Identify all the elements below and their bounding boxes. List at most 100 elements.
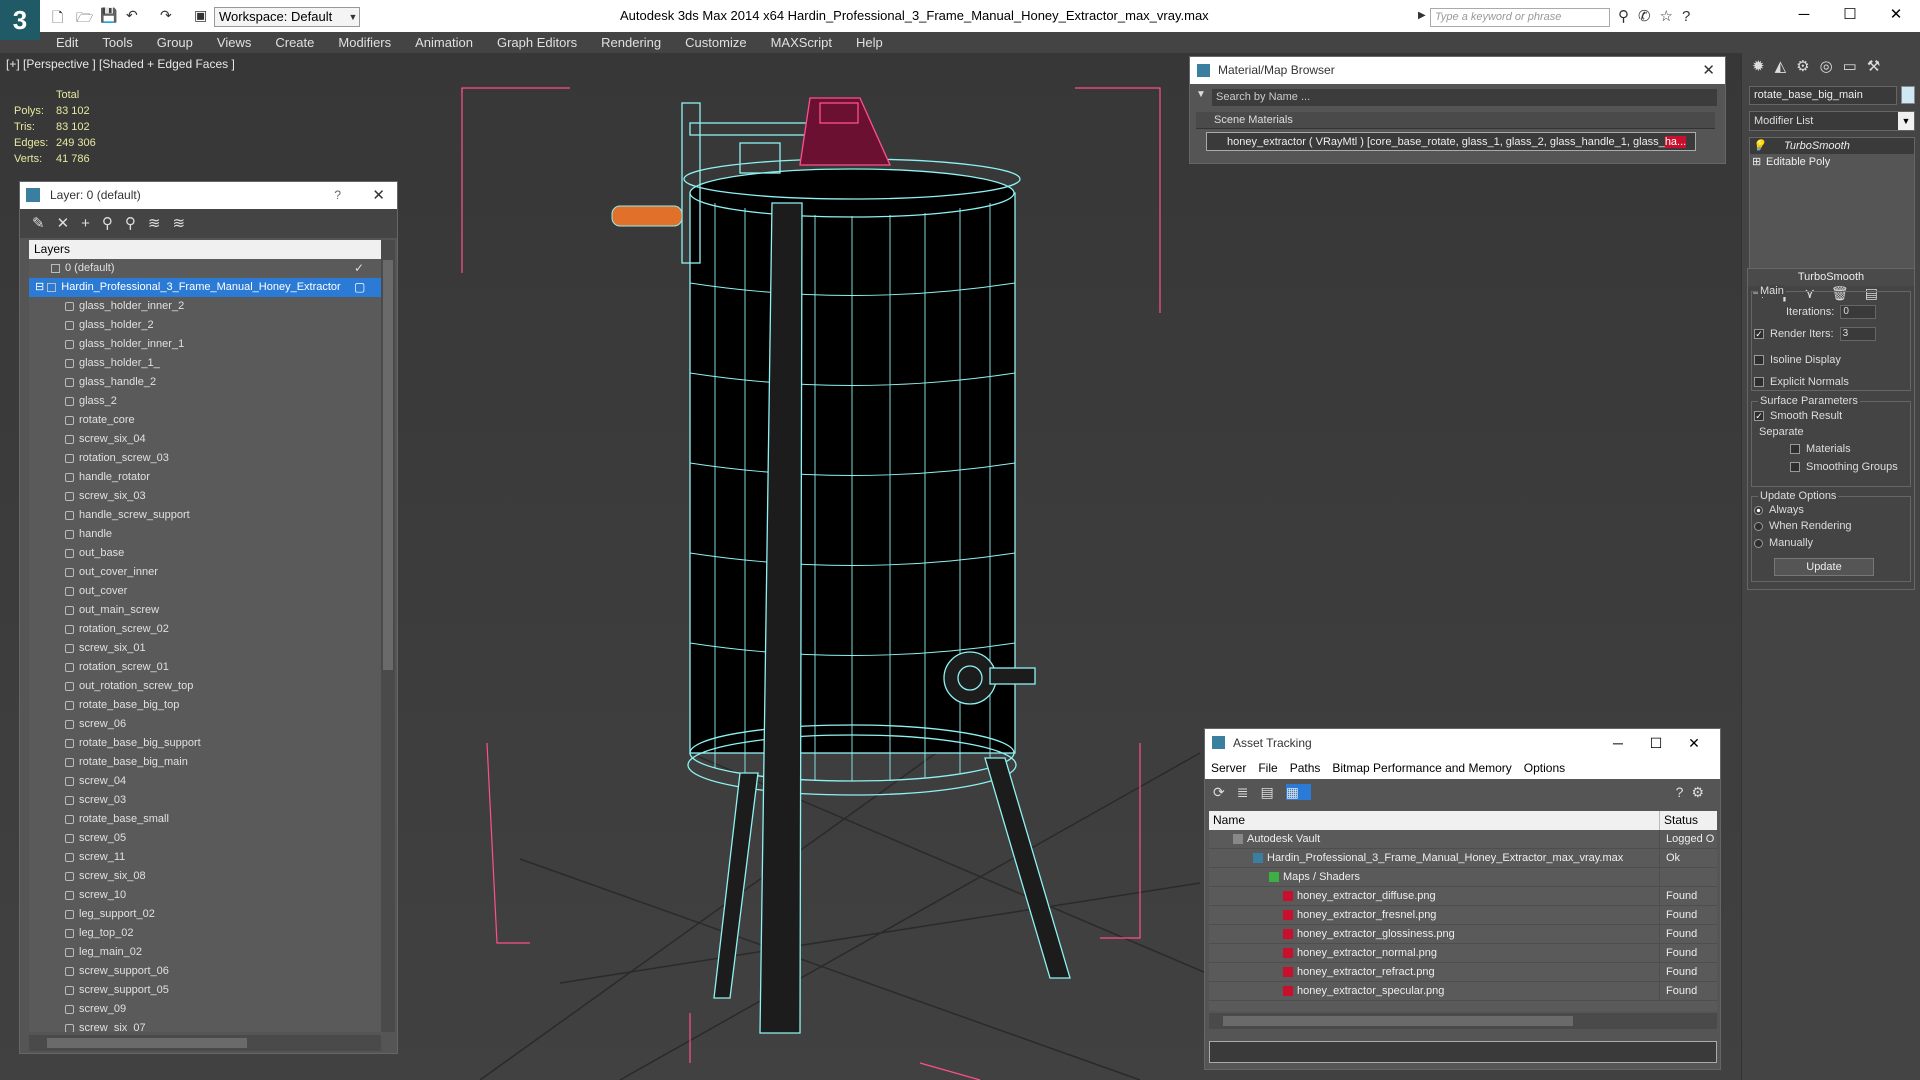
layer-object-row[interactable]: screw_04 — [29, 772, 381, 791]
checkmark-icon[interactable]: ✓ — [354, 259, 364, 278]
options-arrow-icon[interactable]: ▼ — [1196, 89, 1206, 100]
asset-horizontal-scrollbar[interactable] — [1209, 1013, 1717, 1029]
layer-object-row[interactable]: leg_support_02 — [29, 905, 381, 924]
layer-object-row[interactable]: rotation_screw_03 — [29, 449, 381, 468]
menu-edit[interactable]: Edit — [44, 32, 90, 53]
stack-item-editable-poly[interactable]: ⊞ Editable Poly — [1750, 154, 1914, 170]
menu-paths[interactable]: Paths — [1284, 761, 1327, 775]
create-layer-icon[interactable]: ✎ — [32, 215, 57, 232]
create-tab-icon[interactable]: ✹ — [1752, 58, 1775, 75]
expand-arrow-icon[interactable]: ▶ — [1418, 10, 1426, 21]
undo-icon[interactable]: ↶ — [126, 7, 138, 25]
layer-object-row[interactable]: screw_six_01 — [29, 639, 381, 658]
manually-radio[interactable] — [1754, 538, 1763, 548]
keyword-search-input[interactable]: Type a keyword or phrase — [1430, 8, 1610, 27]
smoothing-groups-checkbox[interactable] — [1790, 462, 1800, 473]
utilities-tab-icon[interactable]: ⚒ — [1867, 58, 1890, 75]
delete-layer-icon[interactable]: ✕ — [57, 215, 82, 232]
material-search-input[interactable]: Search by Name ... — [1212, 89, 1717, 106]
explicit-normals-checkbox[interactable] — [1754, 377, 1764, 388]
layer-object-row[interactable]: rotation_screw_02 — [29, 620, 381, 639]
asset-row[interactable]: honey_extractor_refract.png Found — [1209, 963, 1717, 982]
stack-item-turbosmooth[interactable]: 💡 TurboSmooth — [1750, 138, 1914, 154]
project-folder-icon[interactable]: ▣ — [194, 7, 207, 25]
help-icon[interactable]: ? — [1676, 784, 1692, 800]
layer-horizontal-scrollbar[interactable] — [29, 1035, 381, 1051]
menu-modifiers[interactable]: Modifiers — [326, 32, 403, 53]
layer-object-row[interactable]: out_cover — [29, 582, 381, 601]
scene-materials-section[interactable]: Scene Materials — [1196, 112, 1715, 129]
asset-tracking-titlebar[interactable]: Asset Tracking ─ ☐ ✕ — [1205, 729, 1720, 757]
minimize-button[interactable]: ─ — [1600, 729, 1636, 757]
hide-all-layers-icon[interactable]: ≋ — [148, 215, 173, 232]
when-rendering-radio[interactable] — [1754, 521, 1763, 531]
chevron-down-icon[interactable]: ▼ — [346, 7, 360, 27]
always-radio[interactable] — [1754, 505, 1763, 515]
layer-object-row[interactable]: screw_support_06 — [29, 962, 381, 981]
detail-view-icon[interactable]: ▤ — [1260, 784, 1285, 800]
layer-object-row[interactable]: screw_11 — [29, 848, 381, 867]
layer-object-row[interactable]: glass_holder_inner_1 — [29, 335, 381, 354]
layer-object-row[interactable]: leg_main_02 — [29, 943, 381, 962]
layer-object-row[interactable]: screw_support_05 — [29, 981, 381, 1000]
layer-object-row[interactable]: rotate_base_big_main — [29, 753, 381, 772]
layer-vertical-scrollbar[interactable] — [381, 240, 395, 1032]
menu-help[interactable]: Help — [844, 32, 895, 53]
layer-selected[interactable]: ⊟ Hardin_Professional_3_Frame_Manual_Hon… — [29, 278, 381, 297]
status-column-header[interactable]: Status — [1659, 811, 1717, 830]
menu-customize[interactable]: Customize — [673, 32, 758, 53]
render-iters-checkbox[interactable]: ✓ — [1754, 329, 1764, 339]
smooth-result-checkbox[interactable]: ✓ — [1754, 411, 1764, 422]
menu-group[interactable]: Group — [145, 32, 205, 53]
close-button[interactable]: ✕ — [1876, 4, 1916, 26]
layer-object-row[interactable]: screw_six_08 — [29, 867, 381, 886]
iterations-spinner[interactable]: 0 — [1840, 305, 1877, 319]
asset-row[interactable]: honey_extractor_normal.png Found — [1209, 944, 1717, 963]
select-objects-icon[interactable]: ⚲ — [102, 215, 125, 232]
display-tab-icon[interactable]: ▭ — [1843, 58, 1867, 75]
layer-object-row[interactable]: glass_handle_2 — [29, 373, 381, 392]
list-view-icon[interactable]: ≣ — [1237, 784, 1261, 800]
asset-row[interactable]: honey_extractor_diffuse.png Found — [1209, 887, 1717, 906]
layer-object-row[interactable]: screw_10 — [29, 886, 381, 905]
layer-object-row[interactable]: out_base — [29, 544, 381, 563]
layer-object-row[interactable]: screw_05 — [29, 829, 381, 848]
material-entry[interactable]: honey_extractor ( VRayMtl ) [core_base_r… — [1206, 132, 1696, 151]
layer-object-row[interactable]: leg_top_02 — [29, 924, 381, 943]
light-bulb-icon[interactable]: 💡 — [1752, 138, 1766, 154]
menu-graph-editors[interactable]: Graph Editors — [485, 32, 589, 53]
add-to-layer-icon[interactable]: + — [81, 215, 102, 232]
table-view-icon[interactable]: ▦ — [1285, 784, 1311, 800]
menu-tools[interactable]: Tools — [90, 32, 144, 53]
chevron-down-icon[interactable]: ▼ — [1898, 112, 1914, 130]
material-browser-titlebar[interactable]: Material/Map Browser ✕ — [1190, 57, 1725, 84]
layer-object-row[interactable]: screw_six_07 — [29, 1019, 381, 1032]
new-file-icon[interactable]: 🗋 — [52, 7, 63, 25]
layer-object-row[interactable]: out_cover_inner — [29, 563, 381, 582]
redo-icon[interactable]: ↷ — [160, 7, 172, 25]
rollout-title[interactable]: TurboSmooth — [1748, 269, 1914, 286]
layer-object-row[interactable]: rotate_base_small — [29, 810, 381, 829]
asset-row[interactable]: Autodesk Vault Logged O — [1209, 830, 1717, 849]
layer-object-row[interactable]: glass_holder_1_ — [29, 354, 381, 373]
settings-icon[interactable]: ⚙ — [1691, 784, 1712, 800]
menu-server[interactable]: Server — [1205, 761, 1252, 775]
layer-object-row[interactable]: screw_03 — [29, 791, 381, 810]
expand-icon[interactable]: ⊞ — [1752, 154, 1761, 170]
layer-object-row[interactable]: glass_holder_2 — [29, 316, 381, 335]
layers-column-header[interactable]: Layers — [29, 240, 381, 259]
workspace-select[interactable]: Workspace: Default — [214, 7, 360, 27]
menu-create[interactable]: Create — [263, 32, 326, 53]
help-button[interactable]: ? — [334, 182, 341, 209]
layer-default[interactable]: 0 (default) ✓ — [29, 259, 381, 278]
menu-options[interactable]: Options — [1518, 761, 1571, 775]
collapse-icon[interactable]: ⊟ — [35, 281, 44, 293]
freeze-all-layers-icon[interactable]: ≋ — [173, 215, 198, 232]
render-iters-spinner[interactable]: 3 — [1839, 327, 1876, 341]
asset-row[interactable]: Maps / Shaders — [1209, 868, 1717, 887]
layer-object-row[interactable]: rotate_core — [29, 411, 381, 430]
layer-object-row[interactable]: screw_09 — [29, 1000, 381, 1019]
active-layer-icon[interactable]: ▢ — [354, 278, 365, 297]
close-icon[interactable]: ✕ — [372, 182, 385, 209]
layer-object-row[interactable]: handle_screw_support — [29, 506, 381, 525]
